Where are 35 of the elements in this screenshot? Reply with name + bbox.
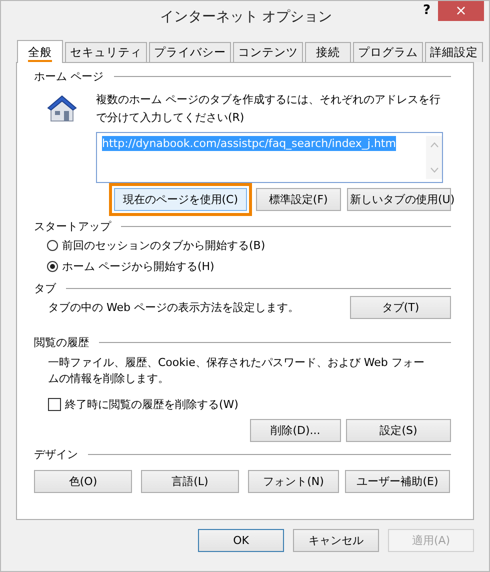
tab[interactable]: 詳細設定 — [425, 42, 483, 62]
radio-button[interactable] — [47, 240, 58, 251]
button[interactable]: OK — [198, 529, 284, 552]
section-heading: ホーム ページ — [34, 68, 104, 84]
button[interactable]: 削除(D)... — [250, 419, 341, 442]
description-text: タブの中の Web ページの表示方法を設定します。 — [48, 300, 299, 315]
button[interactable]: ユーザー補助(E) — [345, 470, 450, 493]
button[interactable]: フォント(N) — [248, 470, 339, 493]
house-icon — [46, 93, 78, 123]
button[interactable]: 標準設定(F) — [256, 188, 341, 211]
tab[interactable]: セキュリティ — [65, 42, 147, 62]
checkbox[interactable] — [48, 398, 61, 410]
button[interactable]: キャンセル — [293, 529, 379, 552]
tabs-button[interactable]: タブ(T) — [350, 296, 451, 319]
tab[interactable]: プログラム — [353, 42, 423, 62]
section-heading: 閲覧の履歴 — [34, 334, 89, 350]
button[interactable]: 色(O) — [34, 470, 132, 493]
radio-label: ホーム ページから開始する(H) — [62, 259, 214, 274]
button[interactable]: 設定(S) — [346, 419, 451, 442]
tab[interactable]: 全般 — [17, 40, 63, 63]
radio-button[interactable] — [47, 261, 58, 272]
tab[interactable]: コンテンツ — [233, 42, 303, 62]
button[interactable]: 言語(L) — [141, 470, 239, 493]
window-title: インターネット オプション — [158, 8, 334, 26]
description-text: 一時ファイル、履歴、Cookie、保存されたパスワード、および Web フォームの情報を削除します。 — [48, 355, 426, 387]
section-heading: スタートアップ — [34, 218, 111, 234]
radio-label: 前回のセッションのタブから開始する(B) — [62, 238, 266, 253]
instruction-text: 複数のホーム ページのタブを作成するには、それぞれのアドレスを行で分けて入力してください(R) — [96, 92, 442, 126]
section-heading: タブ — [34, 280, 56, 296]
section-heading: デザイン — [34, 446, 78, 462]
checkbox-label: 終了時に閲覧の履歴を削除する(W) — [65, 396, 238, 412]
close-button[interactable]: × — [438, 1, 484, 21]
help-button[interactable]: ? — [419, 3, 435, 18]
tab[interactable]: 接続 — [305, 42, 351, 62]
tab[interactable]: プライバシー — [149, 42, 231, 62]
